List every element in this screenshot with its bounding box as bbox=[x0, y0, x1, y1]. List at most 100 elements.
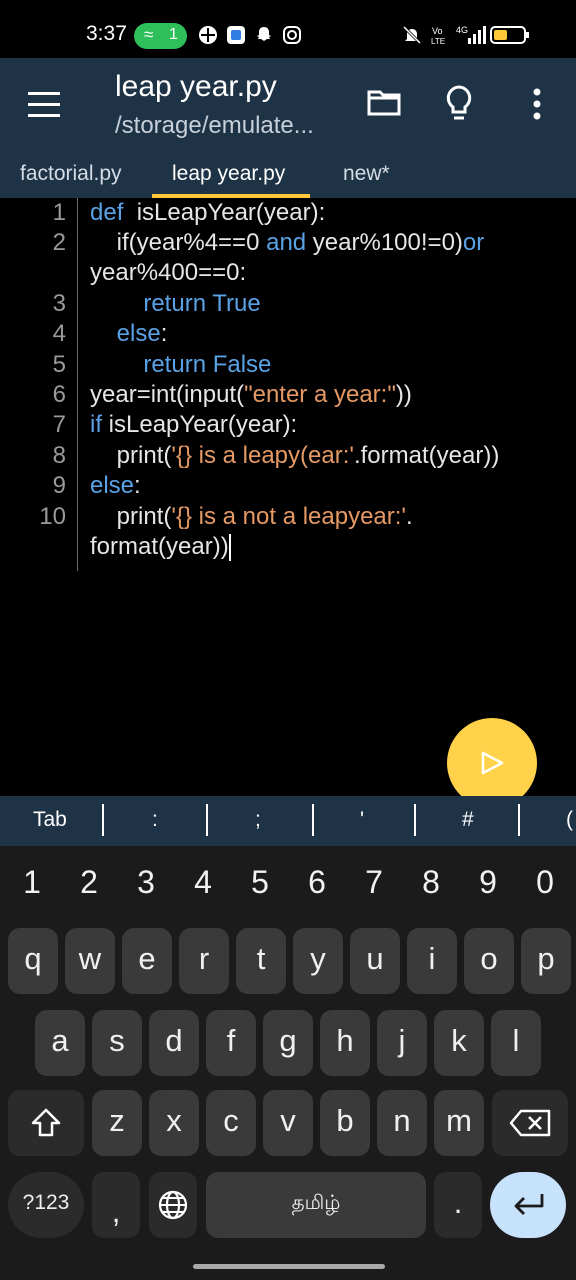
globe-icon bbox=[158, 1190, 188, 1220]
extra-key[interactable]: # bbox=[462, 808, 474, 832]
letter-key[interactable]: b bbox=[320, 1090, 370, 1156]
letter-key[interactable]: a bbox=[35, 1010, 85, 1076]
line-number: 7 bbox=[52, 411, 66, 438]
enter-key[interactable] bbox=[490, 1172, 566, 1238]
comma-key[interactable]: , bbox=[92, 1172, 140, 1238]
number-key[interactable]: 5 bbox=[232, 864, 288, 901]
number-key[interactable]: 6 bbox=[289, 864, 345, 901]
letter-key[interactable]: n bbox=[377, 1090, 427, 1156]
wifi-hotspot-icon: ≈ bbox=[144, 25, 154, 44]
period-key[interactable]: . bbox=[434, 1172, 482, 1238]
enter-icon bbox=[514, 1194, 544, 1215]
letter-key[interactable]: s bbox=[92, 1010, 142, 1076]
line-number: 10 bbox=[39, 503, 66, 530]
code-token: "enter a year:" bbox=[244, 381, 396, 408]
more-options-icon[interactable] bbox=[530, 88, 544, 120]
blue-app-icon bbox=[227, 26, 245, 44]
space-key[interactable]: தமிழ் bbox=[206, 1172, 426, 1238]
number-key[interactable]: 4 bbox=[175, 864, 231, 901]
lightbulb-icon[interactable] bbox=[444, 84, 474, 122]
letter-key[interactable]: w bbox=[65, 928, 115, 994]
code-editor[interactable]: 1 2 3 4 5 6 7 8 9 10 def isLeapYear(year): if(year… bbox=[0, 198, 576, 796]
backspace-key[interactable] bbox=[492, 1090, 568, 1156]
letter-key[interactable]: m bbox=[434, 1090, 484, 1156]
extra-key[interactable]: ; bbox=[255, 808, 261, 832]
code-token: format(year)) bbox=[90, 533, 229, 560]
letter-key[interactable]: f bbox=[206, 1010, 256, 1076]
gesture-bar[interactable] bbox=[193, 1264, 385, 1269]
code-token: )) bbox=[395, 381, 412, 408]
letter-key[interactable]: g bbox=[263, 1010, 313, 1076]
code-token: year%100!=0) bbox=[306, 229, 463, 256]
letter-key[interactable]: o bbox=[464, 928, 514, 994]
code-line: year=int(input("enter a year:")) bbox=[90, 381, 412, 409]
letter-key[interactable]: e bbox=[122, 928, 172, 994]
letter-key[interactable]: q bbox=[8, 928, 58, 994]
code-line: if(year%4==0 and year%100!=0)or bbox=[90, 229, 485, 257]
hotspot-count: 1 bbox=[169, 26, 178, 43]
shift-key[interactable] bbox=[8, 1090, 84, 1156]
extra-key[interactable]: ( bbox=[566, 808, 573, 832]
number-key[interactable]: 9 bbox=[460, 864, 516, 901]
code-line: return False bbox=[90, 351, 271, 379]
letter-key[interactable]: z bbox=[92, 1090, 142, 1156]
tab-leap-year[interactable]: leap year.py bbox=[172, 162, 285, 186]
extra-key-separator bbox=[518, 804, 520, 836]
letter-key[interactable]: l bbox=[491, 1010, 541, 1076]
code-line: else: bbox=[90, 472, 141, 500]
letter-key[interactable]: y bbox=[293, 928, 343, 994]
code-line: def isLeapYear(year): bbox=[90, 199, 325, 227]
extra-key[interactable]: Tab bbox=[33, 808, 67, 832]
letter-key[interactable]: u bbox=[350, 928, 400, 994]
line-number: 9 bbox=[52, 472, 66, 499]
extra-key[interactable]: ' bbox=[360, 808, 364, 832]
letter-key[interactable]: c bbox=[206, 1090, 256, 1156]
number-key[interactable]: 3 bbox=[118, 864, 174, 901]
extra-key-separator bbox=[414, 804, 416, 836]
line-number: 2 bbox=[52, 229, 66, 256]
letter-key[interactable]: p bbox=[521, 928, 571, 994]
number-key[interactable]: 1 bbox=[4, 864, 60, 901]
letter-key[interactable]: r bbox=[179, 928, 229, 994]
letter-key[interactable]: d bbox=[149, 1010, 199, 1076]
letter-key[interactable]: v bbox=[263, 1090, 313, 1156]
letter-key[interactable]: x bbox=[149, 1090, 199, 1156]
code-line: year%400==0: bbox=[90, 259, 246, 287]
letter-key[interactable]: t bbox=[236, 928, 286, 994]
file-title: leap year.py bbox=[115, 70, 277, 103]
instagram-icon bbox=[283, 26, 301, 44]
extra-key-separator bbox=[312, 804, 314, 836]
letter-key[interactable]: i bbox=[407, 928, 457, 994]
tab-new[interactable]: new* bbox=[343, 162, 390, 186]
code-line: return True bbox=[90, 290, 260, 318]
run-button[interactable] bbox=[447, 718, 537, 808]
code-token: .format(year)) bbox=[353, 442, 500, 469]
number-key[interactable]: 8 bbox=[403, 864, 459, 901]
tab-factorial[interactable]: factorial.py bbox=[20, 162, 122, 186]
code-token: : bbox=[160, 320, 168, 347]
letter-key[interactable]: h bbox=[320, 1010, 370, 1076]
code-token: isLeapYear(year): bbox=[130, 199, 326, 226]
number-key[interactable]: 7 bbox=[346, 864, 402, 901]
extra-keys-bar: Tab:; ' # ( bbox=[0, 796, 576, 846]
svg-text:Vo: Vo bbox=[432, 26, 443, 36]
line-number: 5 bbox=[52, 351, 66, 378]
symbols-key[interactable]: ?123 bbox=[8, 1172, 84, 1238]
menu-icon[interactable] bbox=[28, 92, 60, 118]
language-key[interactable] bbox=[149, 1172, 197, 1238]
file-tabs: factorial.py leap year.py new* bbox=[0, 158, 576, 198]
letter-key[interactable]: j bbox=[377, 1010, 427, 1076]
number-key[interactable]: 2 bbox=[61, 864, 117, 901]
grid-icon bbox=[199, 26, 217, 44]
letter-key[interactable]: k bbox=[434, 1010, 484, 1076]
extra-key[interactable]: : bbox=[152, 808, 158, 832]
text-cursor bbox=[228, 534, 231, 562]
folder-icon[interactable] bbox=[367, 88, 401, 116]
number-key[interactable]: 0 bbox=[517, 864, 573, 901]
gutter-divider bbox=[77, 198, 78, 571]
status-time: 3:37 bbox=[86, 22, 127, 45]
line-number: 1 bbox=[52, 199, 66, 226]
code-token: year%400==0: bbox=[90, 259, 247, 286]
